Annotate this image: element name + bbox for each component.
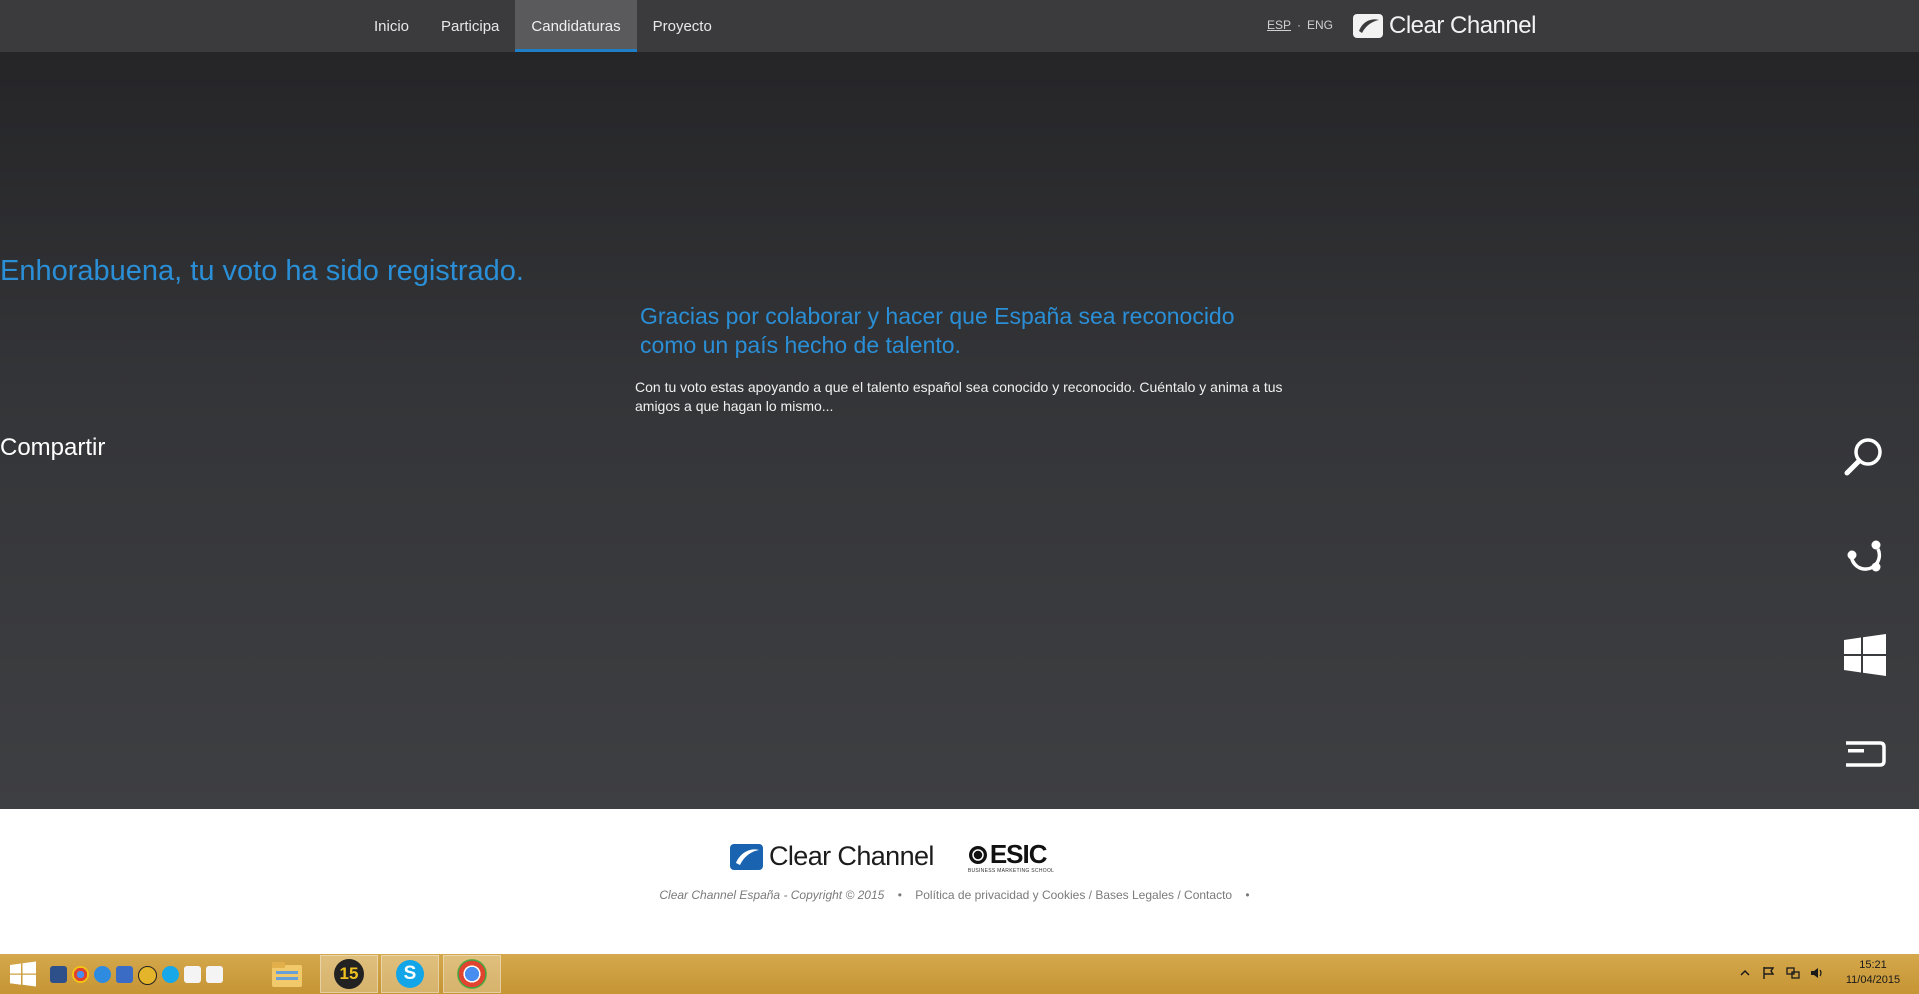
clear-channel-mark-icon [1353, 14, 1383, 38]
clock-date: 11/04/2015 [1845, 974, 1901, 986]
share-link[interactable]: Compartir [0, 434, 1919, 462]
folder-icon [272, 962, 302, 987]
confirmation-title: Enhorabuena, tu voto ha sido registrado. [0, 255, 524, 287]
esic-name: ESIC [989, 839, 1048, 869]
charm-devices[interactable] [1840, 729, 1890, 779]
copyright-text: Clear Channel España - Copyright © 2015 [659, 888, 885, 902]
taskbar-skype[interactable]: S [381, 955, 439, 993]
skype-icon: S [396, 960, 424, 988]
charm-start[interactable] [1840, 630, 1890, 680]
internet-explorer-icon[interactable] [94, 966, 111, 983]
app-15-icon: 15 [334, 959, 364, 989]
taskbar-file-explorer[interactable] [258, 955, 316, 993]
app-circle-icon[interactable] [138, 966, 157, 985]
charm-share[interactable] [1840, 531, 1890, 581]
app-15-label: 15 [339, 964, 359, 983]
clock-time: 15:21 [1859, 959, 1887, 971]
lang-eng-link[interactable]: ENG [1307, 18, 1333, 32]
charm-search[interactable] [1840, 432, 1890, 482]
lang-separator: · [1297, 18, 1302, 32]
esic-logo[interactable]: ESIC BUSINESS MARKETING SCHOOL [968, 839, 1054, 874]
windows-taskbar: 15 S 15:21 11/04/2015 [0, 954, 1919, 994]
confirmation-subtitle: Gracias por colaborar y hacer que España… [640, 303, 1235, 358]
devices-icon [1846, 741, 1886, 767]
chrome-taskbar-icon [457, 959, 487, 989]
nav-item-participa[interactable]: Participa [425, 0, 515, 52]
quick-launch [50, 966, 223, 985]
esic-seal-icon [968, 845, 987, 864]
clear-channel-logo-header[interactable]: Clear Channel [1353, 12, 1536, 40]
footer-bullet-end: • [1245, 888, 1250, 902]
system-tray [1738, 966, 1824, 980]
footer-logos: Clear Channel ESIC BUSINESS MARKETING SC… [730, 839, 1054, 874]
search-icon [1844, 438, 1882, 476]
desktop-icon[interactable] [116, 966, 133, 983]
nav-item-candidaturas[interactable]: Candidaturas [515, 0, 637, 52]
footer-legal-links[interactable]: Política de privacidad y Cookies / Bases… [915, 888, 1232, 902]
brand-name: Clear Channel [1389, 12, 1536, 39]
footer-brand-name: Clear Channel [769, 841, 934, 871]
start-icon [1844, 634, 1886, 676]
network-icon[interactable] [1786, 966, 1800, 980]
quick-launch-app-icon[interactable] [50, 966, 67, 983]
esic-subtitle: BUSINESS MARKETING SCHOOL [967, 868, 1055, 874]
nav-item-proyecto[interactable]: Proyecto [637, 0, 728, 52]
main-nav: Inicio Participa Candidaturas Proyecto [358, 0, 728, 52]
document-icon[interactable] [184, 966, 201, 983]
confirmation-body: Con tu voto estas apoyando a que el tale… [635, 379, 1283, 414]
taskbar-clock[interactable]: 15:21 11/04/2015 [1838, 958, 1908, 988]
volume-icon[interactable] [1810, 966, 1824, 980]
top-navbar: Inicio Participa Candidaturas Proyecto E… [0, 0, 1919, 52]
footer-legal-line: Clear Channel España - Copyright © 2015 … [0, 888, 1919, 902]
notepad-icon[interactable] [206, 966, 223, 983]
main-content: Enhorabuena, tu voto ha sido registrado.… [0, 52, 1919, 874]
footer-bullet: • [897, 888, 902, 902]
language-switcher: ESP · ENG [1267, 18, 1333, 32]
nav-item-inicio[interactable]: Inicio [358, 0, 425, 52]
share-icon [1847, 540, 1882, 572]
clear-channel-logo-footer[interactable]: Clear Channel [730, 841, 934, 872]
windows-start-icon[interactable] [9, 960, 37, 988]
taskbar-app-15[interactable]: 15 [320, 955, 378, 993]
lang-esp-link[interactable]: ESP [1267, 18, 1291, 32]
skype-small-icon[interactable] [162, 966, 179, 983]
action-center-flag-icon[interactable] [1762, 966, 1776, 980]
clear-channel-mark-icon [730, 843, 763, 870]
chrome-icon[interactable] [72, 966, 89, 983]
taskbar-chrome[interactable] [443, 955, 501, 993]
page-footer: Clear Channel ESIC BUSINESS MARKETING SC… [0, 809, 1919, 954]
show-hidden-icons-icon[interactable] [1738, 966, 1752, 980]
